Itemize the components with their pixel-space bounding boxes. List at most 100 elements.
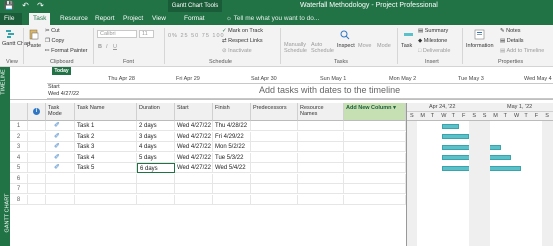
auto-schedule-button[interactable]: Auto Schedule (311, 42, 334, 54)
task-mode-cell[interactable] (46, 173, 75, 184)
indicators-cell[interactable] (28, 142, 46, 152)
predecessors-cell[interactable] (251, 152, 298, 163)
row-number[interactable]: 3 (10, 142, 28, 152)
mark-on-track-button[interactable]: ✓ Mark on Track (222, 28, 263, 34)
add-column-cell[interactable] (344, 131, 406, 142)
start-cell[interactable]: Wed 4/27/22 (175, 152, 213, 163)
predecessors-cell[interactable] (251, 142, 298, 152)
finish-cell[interactable] (213, 184, 251, 194)
task-mode-cell[interactable]: ✐ (46, 121, 75, 131)
quick-access-toolbar[interactable]: 💾 ↶ ↷ (4, 1, 47, 10)
finish-cell[interactable] (213, 194, 251, 205)
gantt-task-bar[interactable] (442, 134, 470, 139)
indicators-cell[interactable] (28, 194, 46, 205)
task-name-cell[interactable]: Task 1 (75, 121, 137, 131)
task-mode-header[interactable]: Task Mode (46, 103, 75, 121)
copy-button[interactable]: ❐ Copy (45, 38, 64, 44)
bold-button[interactable]: B (98, 44, 102, 50)
deliverable-button[interactable]: □ Deliverable (418, 48, 450, 54)
italic-button[interactable]: I (106, 44, 108, 50)
tab-view[interactable]: View (148, 13, 170, 25)
add-to-timeline-button[interactable]: ▤ Add to Timeline (500, 48, 544, 54)
resource-names-cell[interactable] (298, 163, 344, 173)
row-number[interactable]: 8 (10, 194, 28, 205)
indicators-cell[interactable] (28, 184, 46, 194)
resource-names-cell[interactable] (298, 121, 344, 131)
tab-report[interactable]: Report (91, 13, 119, 25)
indicators-cell[interactable] (28, 131, 46, 142)
task-mode-cell[interactable]: ✐ (46, 142, 75, 152)
start-cell[interactable] (175, 173, 213, 184)
duration-cell[interactable] (137, 184, 175, 194)
add-column-cell[interactable] (344, 142, 406, 152)
notes-button[interactable]: ✎ Notes (500, 28, 521, 34)
finish-cell[interactable] (213, 173, 251, 184)
task-mode-cell[interactable] (46, 184, 75, 194)
task-name-cell[interactable] (75, 194, 137, 205)
add-column-cell[interactable] (344, 121, 406, 131)
empty-table-row[interactable]: 8 (10, 194, 406, 205)
duration-cell[interactable]: 5 days (137, 152, 175, 163)
row-number[interactable]: 7 (10, 184, 28, 194)
predecessors-header[interactable]: Predecessors (251, 103, 298, 121)
resource-names-cell[interactable] (298, 152, 344, 163)
duration-cell[interactable] (137, 194, 175, 205)
select-all-corner[interactable] (10, 103, 28, 121)
format-painter-button[interactable]: ✏ Format Painter (45, 48, 88, 54)
respect-links-button[interactable]: ⇄ Respect Links (222, 38, 263, 44)
finish-header[interactable]: Finish (213, 103, 251, 121)
information-button[interactable]: Information (466, 43, 494, 49)
row-number[interactable]: 6 (10, 173, 28, 184)
duration-cell[interactable]: 2 days (137, 121, 175, 131)
start-cell[interactable]: Wed 4/27/22 (175, 163, 213, 173)
mode-button[interactable]: Mode (377, 43, 391, 49)
add-column-cell[interactable] (344, 163, 406, 173)
paste-button[interactable]: Paste (27, 43, 41, 49)
add-column-cell[interactable] (344, 173, 406, 184)
inactivate-button[interactable]: ⊘ Inactivate (222, 48, 252, 54)
table-row[interactable]: 2 ✐ Task 23 days Wed 4/27/22 Fri 4/29/22 (10, 131, 406, 142)
finish-cell[interactable]: Mon 5/2/22 (213, 142, 251, 152)
tab-format[interactable]: Format (180, 13, 209, 25)
underline-button[interactable]: U (113, 44, 117, 50)
indicators-cell[interactable] (28, 173, 46, 184)
summary-button[interactable]: ▤ Summary (418, 28, 448, 34)
move-button[interactable]: Move (358, 43, 371, 49)
inspect-button[interactable]: Inspect (337, 43, 355, 49)
predecessors-cell[interactable] (251, 194, 298, 205)
duration-header[interactable]: Duration (137, 103, 175, 121)
row-number[interactable]: 2 (10, 131, 28, 142)
predecessors-cell[interactable] (251, 184, 298, 194)
tab-resource[interactable]: Resource (56, 13, 92, 25)
start-cell[interactable]: Wed 4/27/22 (175, 121, 213, 131)
row-number[interactable]: 1 (10, 121, 28, 131)
duration-cell[interactable]: 3 days (137, 131, 175, 142)
indicators-column-header[interactable]: i (28, 103, 46, 121)
duration-cell[interactable]: 4 days (137, 142, 175, 152)
font-name-select[interactable]: Calibri (97, 30, 137, 38)
tab-task[interactable]: Task (29, 13, 51, 25)
table-row[interactable]: 1 ✐ Task 12 days Wed 4/27/22 Thu 4/28/22 (10, 121, 406, 131)
resource-names-cell[interactable] (298, 184, 344, 194)
duration-cell[interactable] (137, 173, 175, 184)
add-column-cell[interactable] (344, 184, 406, 194)
milestone-button[interactable]: ◆ Milestone (418, 38, 447, 44)
resource-names-header[interactable]: Resource Names (298, 103, 344, 121)
indicators-cell[interactable] (28, 163, 46, 173)
table-row[interactable]: 4 ✐ Task 45 days Wed 4/27/22 Tue 5/3/22 (10, 152, 406, 163)
task-name-cell[interactable]: Task 5 (75, 163, 137, 173)
table-row[interactable]: 5 ✐ Task 56 days Wed 4/27/22 Wed 5/4/22 (10, 163, 406, 173)
task-name-cell[interactable]: Task 2 (75, 131, 137, 142)
finish-cell[interactable]: Thu 4/28/22 (213, 121, 251, 131)
add-new-column-header[interactable]: Add New Column ▾ (344, 103, 406, 121)
start-cell[interactable]: Wed 4/27/22 (175, 131, 213, 142)
gantt-task-bar[interactable] (442, 123, 459, 129)
details-button[interactable]: ▤ Details (500, 38, 524, 44)
finish-cell[interactable]: Tue 5/3/22 (213, 152, 251, 163)
task-button[interactable]: Task (401, 43, 412, 49)
duration-cell[interactable]: 6 days (137, 163, 175, 173)
start-cell[interactable]: Wed 4/27/22 (175, 142, 213, 152)
start-cell[interactable] (175, 194, 213, 205)
resource-names-cell[interactable] (298, 142, 344, 152)
task-name-header[interactable]: Task Name (75, 103, 137, 121)
